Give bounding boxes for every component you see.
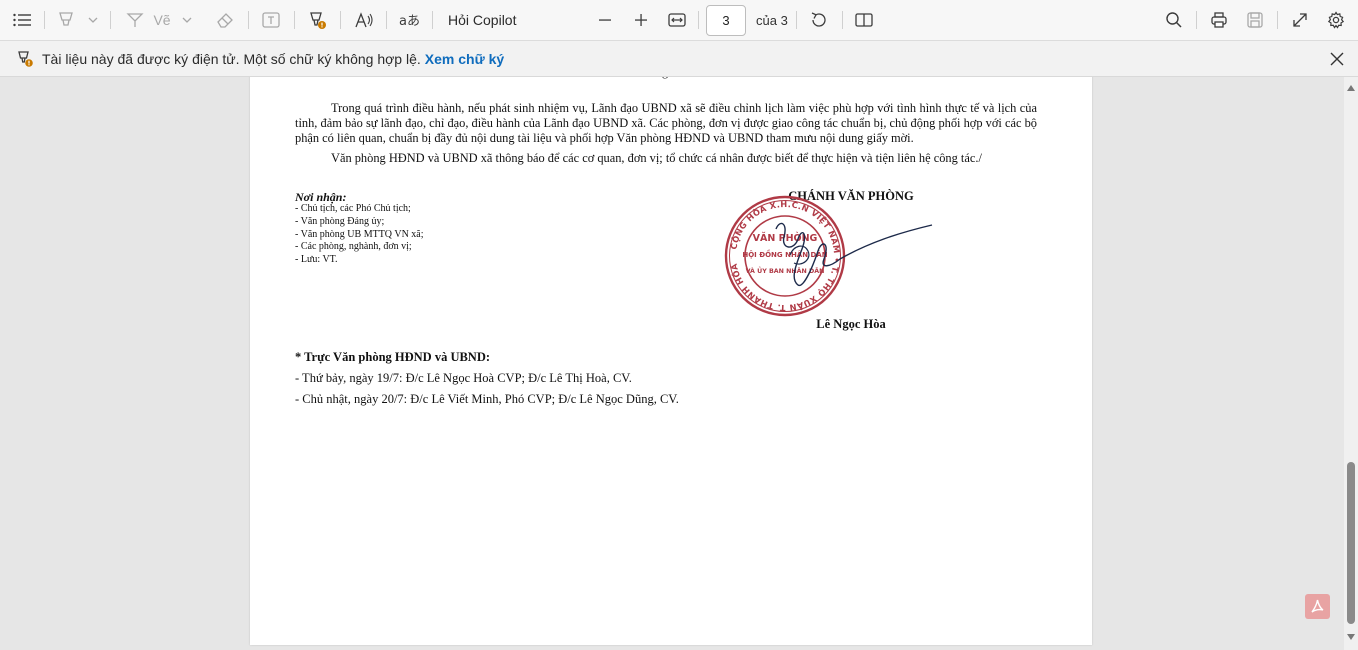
- ask-copilot-button[interactable]: Hỏi Copilot: [442, 6, 526, 34]
- toolbar-divider: [796, 11, 797, 29]
- stamp-line: HỘI ĐỒNG NHÂN DÂN: [742, 249, 827, 259]
- translate-icon: aあ: [399, 14, 420, 29]
- duty-line: - Chủ nhật, ngày 20/7: Đ/c Lê Viết Minh,…: [295, 392, 679, 406]
- draw-label: Vẽ: [153, 12, 171, 28]
- highlighter-icon: [59, 12, 98, 26]
- read-aloud-icon: [355, 12, 373, 28]
- body-paragraph: Văn phòng HĐND và UBND xã thông báo để c…: [331, 151, 982, 165]
- contents-button[interactable]: [10, 6, 34, 34]
- fit-width-button[interactable]: [664, 6, 690, 34]
- recipients-list: - Chủ tịch, các Phó Chủ tịch; - Văn phòn…: [295, 203, 424, 267]
- toolbar-divider: [432, 11, 433, 29]
- close-infobar-button[interactable]: [1328, 50, 1346, 72]
- signature-warning-icon: [310, 12, 326, 29]
- read-aloud-button[interactable]: [351, 6, 377, 34]
- official-stamp: CỘNG HÒA X.H.C.N VIỆT NAM • T. THỌ XUÂN …: [724, 195, 933, 317]
- fit-width-icon: [668, 13, 686, 27]
- scroll-thumb[interactable]: [1347, 462, 1355, 624]
- signature-status-button[interactable]: [304, 6, 330, 34]
- fullscreen-button[interactable]: [1287, 6, 1313, 34]
- settings-button[interactable]: [1323, 6, 1349, 34]
- recipient-item: - Lưu: VT.: [295, 254, 338, 266]
- pen-icon: [126, 13, 145, 27]
- duty-line: - Thứ bảy, ngày 19/7: Đ/c Lê Ngọc Hoà CV…: [295, 371, 632, 385]
- minus-icon: [599, 19, 611, 21]
- rotate-button[interactable]: [806, 6, 832, 34]
- svg-text:aあ: aあ: [399, 14, 420, 29]
- plus-icon: [635, 14, 647, 26]
- printer-icon: [1211, 12, 1227, 28]
- gear-icon: [1327, 11, 1345, 29]
- search-icon: [1166, 12, 1182, 28]
- view-signatures-link[interactable]: Xem chữ ký: [425, 51, 504, 67]
- save-button[interactable]: [1242, 6, 1268, 34]
- toolbar-divider: [110, 11, 111, 29]
- zoom-out-button[interactable]: [592, 6, 618, 34]
- text-box-icon: [262, 12, 280, 28]
- info-message: Tài liệu này đã được ký điện tử. Một số …: [42, 51, 504, 67]
- info-message-text: Tài liệu này đã được ký điện tử. Một số …: [42, 51, 421, 67]
- scroll-up-icon[interactable]: [1347, 85, 1355, 91]
- highlight-button[interactable]: [54, 6, 102, 34]
- rotate-icon: [811, 12, 826, 27]
- toolbar-divider: [44, 11, 45, 29]
- list-icon: [13, 13, 31, 27]
- toolbar-divider: [340, 11, 341, 29]
- page-view-button[interactable]: [851, 6, 877, 34]
- toolbar-divider: [1277, 11, 1278, 29]
- erase-button[interactable]: [212, 6, 238, 34]
- toolbar-divider: [842, 11, 843, 29]
- print-button[interactable]: [1206, 6, 1232, 34]
- top-toolbar: Vẽ aあ Hỏi Copilot 3 của 3: [0, 0, 1358, 41]
- page-number-input[interactable]: 3: [706, 5, 746, 36]
- zoom-in-button[interactable]: [628, 6, 654, 34]
- document-viewer[interactable]: g Trong quá trình điều hành, nếu phát si…: [0, 77, 1344, 650]
- toolbar-divider: [294, 11, 295, 29]
- translate-button[interactable]: aあ: [396, 6, 422, 34]
- ask-copilot-label: Hỏi Copilot: [448, 12, 517, 28]
- draw-button[interactable]: Vẽ: [120, 6, 200, 34]
- signer-name: Lê Ngọc Hòa: [816, 317, 886, 331]
- toolbar-divider: [1196, 11, 1197, 29]
- document-page: g Trong quá trình điều hành, nếu phát si…: [250, 77, 1092, 645]
- close-icon: [1330, 52, 1344, 66]
- recipient-item: - Văn phòng UB MTTQ VN xã;: [295, 228, 424, 240]
- partial-text: g: [662, 77, 668, 80]
- recipient-item: - Văn phòng Đảng ủy;: [295, 215, 385, 227]
- page-total-label: của 3: [756, 13, 788, 28]
- signature-info-bar: Tài liệu này đã được ký điện tử. Một số …: [0, 41, 1358, 77]
- two-page-icon: [855, 13, 873, 27]
- toolbar-divider: [248, 11, 249, 29]
- scroll-down-icon[interactable]: [1347, 634, 1355, 640]
- toolbar-divider: [698, 11, 699, 29]
- recipient-item: - Các phòng, nghành, đơn vị;: [295, 241, 412, 253]
- pdf-app-badge[interactable]: [1305, 594, 1330, 619]
- duty-title: * Trực Văn phòng HĐND và UBND:: [295, 350, 491, 364]
- body-paragraph: Trong quá trình điều hành, nếu phát sinh…: [295, 101, 1037, 145]
- vertical-scrollbar[interactable]: [1344, 77, 1358, 650]
- eraser-icon: [217, 13, 233, 28]
- signature-warning-icon: [16, 50, 34, 72]
- search-button[interactable]: [1161, 6, 1187, 34]
- expand-icon: [1293, 13, 1307, 27]
- add-text-button[interactable]: [258, 6, 284, 34]
- toolbar-divider: [386, 11, 387, 29]
- save-icon: [1247, 12, 1263, 28]
- pdf-icon: [1311, 599, 1324, 613]
- chevron-down-icon: [182, 17, 192, 23]
- recipient-item: - Chủ tịch, các Phó Chủ tịch;: [295, 203, 411, 214]
